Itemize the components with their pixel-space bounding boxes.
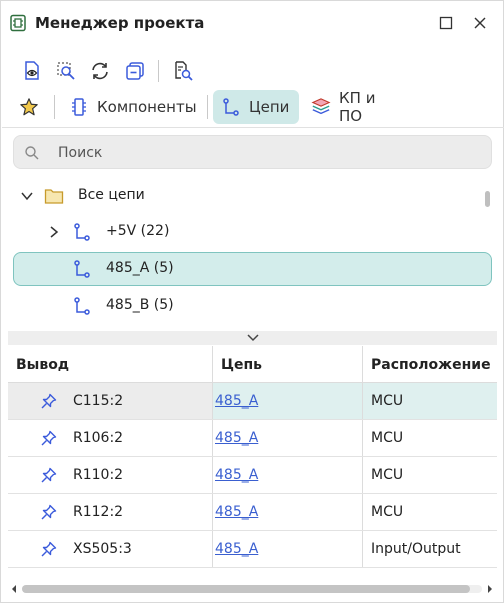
tab-label: Цепи xyxy=(249,98,290,116)
net-cell: 485_A xyxy=(212,531,362,567)
tree-node-all-nets[interactable]: Все цепи xyxy=(13,179,483,213)
tree-item-label: 485_A (5) xyxy=(106,260,174,276)
pin-cell: R110:2 xyxy=(8,457,212,493)
refresh-icon xyxy=(92,62,108,80)
scroll-left-button[interactable] xyxy=(8,583,20,595)
tab-divider xyxy=(207,95,208,119)
arrow-right-icon xyxy=(488,585,492,593)
zoom-area-button[interactable] xyxy=(54,59,78,83)
search-input[interactable] xyxy=(58,142,478,164)
net-link[interactable]: 485_A xyxy=(213,430,258,446)
pin-cell: C115:2 xyxy=(8,383,212,419)
chevron-right-icon[interactable] xyxy=(47,225,61,239)
net-icon xyxy=(72,259,92,279)
location-cell: MCU xyxy=(362,420,497,456)
collapse-all-button[interactable] xyxy=(123,59,147,83)
table-row[interactable]: R106:2 485_A MCU xyxy=(8,420,497,457)
toolbar-bottom-divider xyxy=(2,127,504,128)
net-cell: 485_A xyxy=(212,420,362,456)
project-manager-icon xyxy=(10,14,26,32)
pin-cell: R106:2 xyxy=(8,420,212,456)
pin-icon xyxy=(41,393,57,409)
window-title: Менеджер проекта xyxy=(35,14,205,32)
tree-item-label: 485_B (5) xyxy=(106,297,174,313)
tab-pads-vias[interactable]: КП и ПО xyxy=(303,89,405,125)
pin-label: R110:2 xyxy=(73,467,124,483)
pin-icon xyxy=(41,467,57,483)
component-icon xyxy=(69,97,89,117)
search-icon xyxy=(25,146,39,160)
location-cell: Input/Output xyxy=(362,531,497,567)
preview-document-icon xyxy=(25,61,39,80)
column-header-location[interactable]: Расположение xyxy=(363,346,497,383)
panel-splitter[interactable] xyxy=(8,331,497,345)
table-horizontal-scrollbar[interactable] xyxy=(8,582,497,596)
tree-node-label: Все цепи xyxy=(78,187,145,203)
tab-components[interactable]: Компоненты xyxy=(61,90,205,124)
scrollbar-thumb[interactable] xyxy=(22,585,470,593)
tab-label: КП и ПО xyxy=(339,89,376,125)
pin-icon xyxy=(41,430,57,446)
location-cell: MCU xyxy=(362,457,497,493)
maximize-icon xyxy=(439,16,453,30)
pin-label: XS505:3 xyxy=(73,541,132,557)
find-in-document-icon xyxy=(175,61,193,81)
net-cell: 485_A xyxy=(212,494,362,530)
toolbar-divider xyxy=(158,60,159,82)
star-icon xyxy=(19,97,39,117)
preview-document-button[interactable] xyxy=(20,59,44,83)
column-header-pin[interactable]: Вывод xyxy=(8,346,212,383)
folder-icon xyxy=(44,186,64,206)
column-header-net[interactable]: Цепь xyxy=(213,346,362,383)
tree-item-label: +5V (22) xyxy=(106,223,170,239)
net-icon xyxy=(221,97,241,117)
table-row[interactable]: C115:2 485_A MCU xyxy=(8,383,497,420)
arrow-left-icon xyxy=(12,585,16,593)
project-manager-panel: Менеджер проекта Компоненты Цепи КП и ПО… xyxy=(0,0,504,603)
net-link[interactable]: 485_A xyxy=(213,393,258,409)
pin-cell: R112:2 xyxy=(8,494,212,530)
pin-cell: XS505:3 xyxy=(8,531,212,567)
table-row[interactable]: R112:2 485_A MCU xyxy=(8,494,497,531)
layers-icon xyxy=(311,97,331,117)
close-icon xyxy=(474,17,486,29)
net-link[interactable]: 485_A xyxy=(213,467,258,483)
refresh-button[interactable] xyxy=(88,59,112,83)
pin-icon xyxy=(41,541,57,557)
tree-scrollbar-thumb[interactable] xyxy=(485,191,490,207)
table-header: Вывод Цепь Расположение xyxy=(8,346,497,383)
tab-favorites[interactable] xyxy=(13,90,51,124)
tree-item-net[interactable]: +5V (22) xyxy=(13,215,483,249)
tab-divider xyxy=(54,95,55,119)
location-cell: MCU xyxy=(362,383,497,419)
table-row[interactable]: XS505:3 485_A Input/Output xyxy=(8,531,497,568)
chevron-down-icon[interactable] xyxy=(20,189,34,203)
pin-label: R106:2 xyxy=(73,430,124,446)
table-row[interactable]: R110:2 485_A MCU xyxy=(8,457,497,494)
maximize-button[interactable] xyxy=(436,13,456,33)
pin-label: R112:2 xyxy=(73,504,124,520)
location-cell: MCU xyxy=(362,494,497,530)
net-link[interactable]: 485_A xyxy=(213,541,258,557)
chevron-down-icon[interactable] xyxy=(246,333,260,343)
net-icon xyxy=(72,222,92,242)
net-cell: 485_A xyxy=(212,383,362,419)
zoom-area-icon xyxy=(57,62,75,80)
collapse-icon xyxy=(126,62,144,80)
tab-label: Компоненты xyxy=(97,98,197,116)
find-in-document-button[interactable] xyxy=(171,59,195,83)
net-cell: 485_A xyxy=(212,457,362,493)
net-link[interactable]: 485_A xyxy=(213,504,258,520)
tab-nets[interactable]: Цепи xyxy=(213,90,299,124)
close-button[interactable] xyxy=(470,13,490,33)
pin-icon xyxy=(41,504,57,520)
tree-item-net[interactable]: 485_A (5) xyxy=(13,252,492,286)
tree-item-net[interactable]: 485_B (5) xyxy=(13,289,483,323)
title-bar: Менеджер проекта xyxy=(1,1,503,45)
search-box[interactable] xyxy=(13,135,492,169)
pin-label: C115:2 xyxy=(73,393,124,409)
net-icon xyxy=(72,296,92,316)
scroll-right-button[interactable] xyxy=(484,583,496,595)
